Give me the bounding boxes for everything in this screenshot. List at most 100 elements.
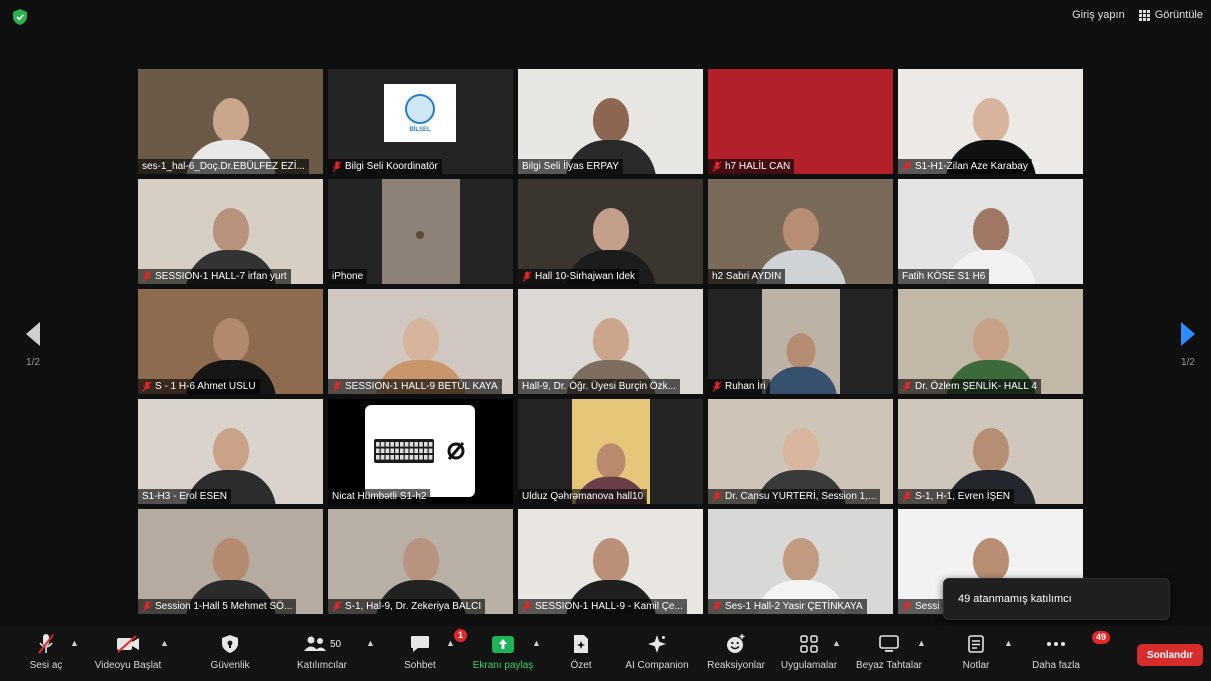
ai-companion-label: AI Companion bbox=[625, 660, 689, 671]
view-button[interactable]: Görüntüle bbox=[1138, 9, 1203, 21]
start-video-button[interactable]: Videoyu Başlat bbox=[88, 632, 168, 671]
participant-name: Ulduz Qəhrəmanova hall10 bbox=[522, 491, 644, 502]
video-off-icon bbox=[117, 635, 139, 653]
participant-name: Nicat Hümbətli S1-h2 bbox=[332, 491, 427, 502]
participant-video-tile[interactable]: Fatih KÖSE S1 H6 bbox=[898, 179, 1083, 284]
share-screen-label: Ekranı paylaş bbox=[472, 660, 534, 671]
participant-name-label: Fatih KÖSE S1 H6 bbox=[898, 269, 990, 284]
video-options-caret[interactable]: ▲ bbox=[160, 638, 169, 648]
camera-off-icon bbox=[447, 442, 465, 460]
participant-video-tile[interactable]: Dr. Özlem ŞENLİK- HALL 4 bbox=[898, 289, 1083, 394]
participant-name-label: ses-1_hal-6_Doç.Dr.EBÜLFEZ EZİ... bbox=[138, 159, 309, 174]
participant-video-tile[interactable]: h7 HALİL CAN bbox=[708, 69, 893, 174]
participant-video-tile[interactable]: S1-H1-Zilan Aze Karabay bbox=[898, 69, 1083, 174]
share-screen-icon bbox=[492, 635, 514, 653]
participant-name-label: Sessi bbox=[898, 599, 944, 614]
participant-video-tile[interactable]: Session 1-Hall 5 Mehmet SÖ... bbox=[138, 509, 323, 614]
participant-video-tile[interactable]: SESSION-1 HALL-7 irfan yurt bbox=[138, 179, 323, 284]
muted-mic-icon bbox=[332, 381, 342, 392]
summary-icon bbox=[574, 635, 588, 653]
participant-figure bbox=[764, 322, 837, 394]
participant-video-tile[interactable]: Hall 10-Sirhajwan Idek bbox=[518, 179, 703, 284]
participant-name-label: Ses-1 Hall-2 Yasir ÇETİNKAYA bbox=[708, 599, 867, 614]
more-button[interactable]: 49 Daha fazla bbox=[1016, 631, 1111, 671]
page-indicator-left: 1/2 bbox=[26, 357, 40, 368]
participant-name-label: S1-H1-Zilan Aze Karabay bbox=[898, 159, 1032, 174]
reaction-smiley-icon bbox=[727, 634, 745, 653]
ai-companion-button[interactable]: AI Companion bbox=[617, 632, 697, 671]
participant-name: S1-H1-Zilan Aze Karabay bbox=[915, 161, 1028, 172]
audio-options-caret[interactable]: ▲ bbox=[70, 638, 79, 648]
participant-video-tile[interactable]: Ulduz Qəhrəmanova hall10 bbox=[518, 399, 703, 504]
participant-name-label: Bilgi Seli İlyas ERPAY bbox=[518, 159, 623, 174]
summary-button[interactable]: Özet bbox=[541, 632, 621, 671]
notes-label: Notlar bbox=[962, 660, 990, 671]
whiteboard-options-caret[interactable]: ▲ bbox=[917, 638, 926, 648]
participant-name-label: S-1, H-1, Evren İŞEN bbox=[898, 489, 1015, 504]
participant-name: S-1, Hal-9, Dr. Zekeriya BALCI bbox=[345, 601, 482, 612]
keyboard-icon bbox=[374, 439, 434, 463]
participants-count: 50 bbox=[329, 638, 342, 650]
camera-unavailable-card bbox=[365, 405, 475, 497]
meeting-toolbar: Sesi aç ▲ Videoyu Başlat ▲ Güvenlik 50 K… bbox=[0, 626, 1211, 681]
participant-name-label: iPhone bbox=[328, 269, 368, 284]
chat-options-caret[interactable]: ▲ bbox=[446, 638, 455, 648]
participant-name: ses-1_hal-6_Doç.Dr.EBÜLFEZ EZİ... bbox=[142, 161, 305, 172]
muted-mic-icon bbox=[902, 381, 912, 392]
participant-name-label: Session 1-Hall 5 Mehmet SÖ... bbox=[138, 599, 297, 614]
participant-name: S1-H3 - Erol ESEN bbox=[142, 491, 228, 502]
unmute-label: Sesi aç bbox=[29, 660, 63, 671]
participant-video-tile[interactable]: Hall-9, Dr. Öğr. Üyesi Burçin Özk... bbox=[518, 289, 703, 394]
participant-name: Ruhan İri bbox=[725, 381, 766, 392]
apps-options-caret[interactable]: ▲ bbox=[832, 638, 841, 648]
muted-mic-icon bbox=[142, 381, 152, 392]
participant-video-tile[interactable]: ses-1_hal-6_Doç.Dr.EBÜLFEZ EZİ... bbox=[138, 69, 323, 174]
participant-video-tile[interactable]: S - 1 H-6 Ahmet USLU bbox=[138, 289, 323, 394]
participant-name-label: SESSION-1 HALL-7 irfan yurt bbox=[138, 269, 291, 284]
participant-video-tile[interactable]: Bilgi Seli İlyas ERPAY bbox=[518, 69, 703, 174]
participants-button[interactable]: 50 Katılımcılar bbox=[282, 632, 362, 671]
previous-page-button[interactable]: 1/2 bbox=[18, 322, 48, 368]
organization-logo: BİLSEL bbox=[384, 84, 456, 142]
participant-video-tile[interactable]: Ruhan İri bbox=[708, 289, 893, 394]
security-button[interactable]: Güvenlik bbox=[190, 632, 270, 671]
apps-label: Uygulamalar bbox=[780, 660, 838, 671]
unassigned-participants-tooltip: 49 atanmamış katılımcı bbox=[943, 578, 1170, 620]
muted-mic-icon bbox=[902, 601, 912, 612]
participant-name-label: Hall 10-Sirhajwan Idek bbox=[518, 269, 640, 284]
participant-video-tile[interactable]: Dr. Cansu YURTERİ, Session 1,... bbox=[708, 399, 893, 504]
participant-name: Sessi bbox=[915, 601, 940, 612]
participant-video-tile[interactable]: S-1, H-1, Evren İŞEN bbox=[898, 399, 1083, 504]
participant-name: Hall 10-Sirhajwan Idek bbox=[535, 271, 636, 282]
share-options-caret[interactable]: ▲ bbox=[532, 638, 541, 648]
muted-mic-icon bbox=[712, 381, 722, 392]
start-video-label: Videoyu Başlat bbox=[94, 660, 162, 671]
participant-video-tile[interactable]: S1-H3 - Erol ESEN bbox=[138, 399, 323, 504]
participant-name-label: h7 HALİL CAN bbox=[708, 159, 795, 174]
mic-muted-icon bbox=[38, 634, 54, 654]
participant-video-tile[interactable]: BİLSEL Bilgi Seli Koordinatör bbox=[328, 69, 513, 174]
encryption-shield-icon[interactable] bbox=[13, 9, 27, 25]
participant-name: Dr. Özlem ŞENLİK- HALL 4 bbox=[915, 381, 1037, 392]
share-screen-button[interactable]: Ekranı paylaş bbox=[463, 632, 543, 671]
participant-video-tile[interactable]: S-1, Hal-9, Dr. Zekeriya BALCI bbox=[328, 509, 513, 614]
participant-video-tile[interactable]: h2 Sabri AYDIN bbox=[708, 179, 893, 284]
chat-bubble-icon bbox=[411, 636, 429, 652]
more-label: Daha fazla bbox=[1032, 660, 1080, 671]
muted-mic-icon bbox=[712, 161, 722, 172]
participants-options-caret[interactable]: ▲ bbox=[366, 638, 375, 648]
notes-options-caret[interactable]: ▲ bbox=[1004, 638, 1013, 648]
sign-in-link[interactable]: Giriş yapın bbox=[1072, 9, 1125, 21]
logo-text: BİLSEL bbox=[409, 126, 431, 133]
next-page-button[interactable]: 1/2 bbox=[1173, 322, 1203, 368]
end-meeting-button[interactable]: Sonlandır bbox=[1137, 644, 1203, 666]
reactions-button[interactable]: Reaksiyonlar bbox=[696, 632, 776, 671]
muted-mic-icon bbox=[332, 601, 342, 612]
participant-name: h7 HALİL CAN bbox=[725, 161, 791, 172]
participant-video-tile[interactable]: Nicat Hümbətli S1-h2 bbox=[328, 399, 513, 504]
participant-video-tile[interactable]: iPhone bbox=[328, 179, 513, 284]
chevron-right-icon bbox=[1181, 322, 1195, 346]
participant-video-tile[interactable]: Ses-1 Hall-2 Yasir ÇETİNKAYA bbox=[708, 509, 893, 614]
participant-video-tile[interactable]: SESSION-1 HALL-9 - Kamil Çe... bbox=[518, 509, 703, 614]
participant-video-tile[interactable]: SESSION-1 HALL-9 BETÜL KAYA bbox=[328, 289, 513, 394]
